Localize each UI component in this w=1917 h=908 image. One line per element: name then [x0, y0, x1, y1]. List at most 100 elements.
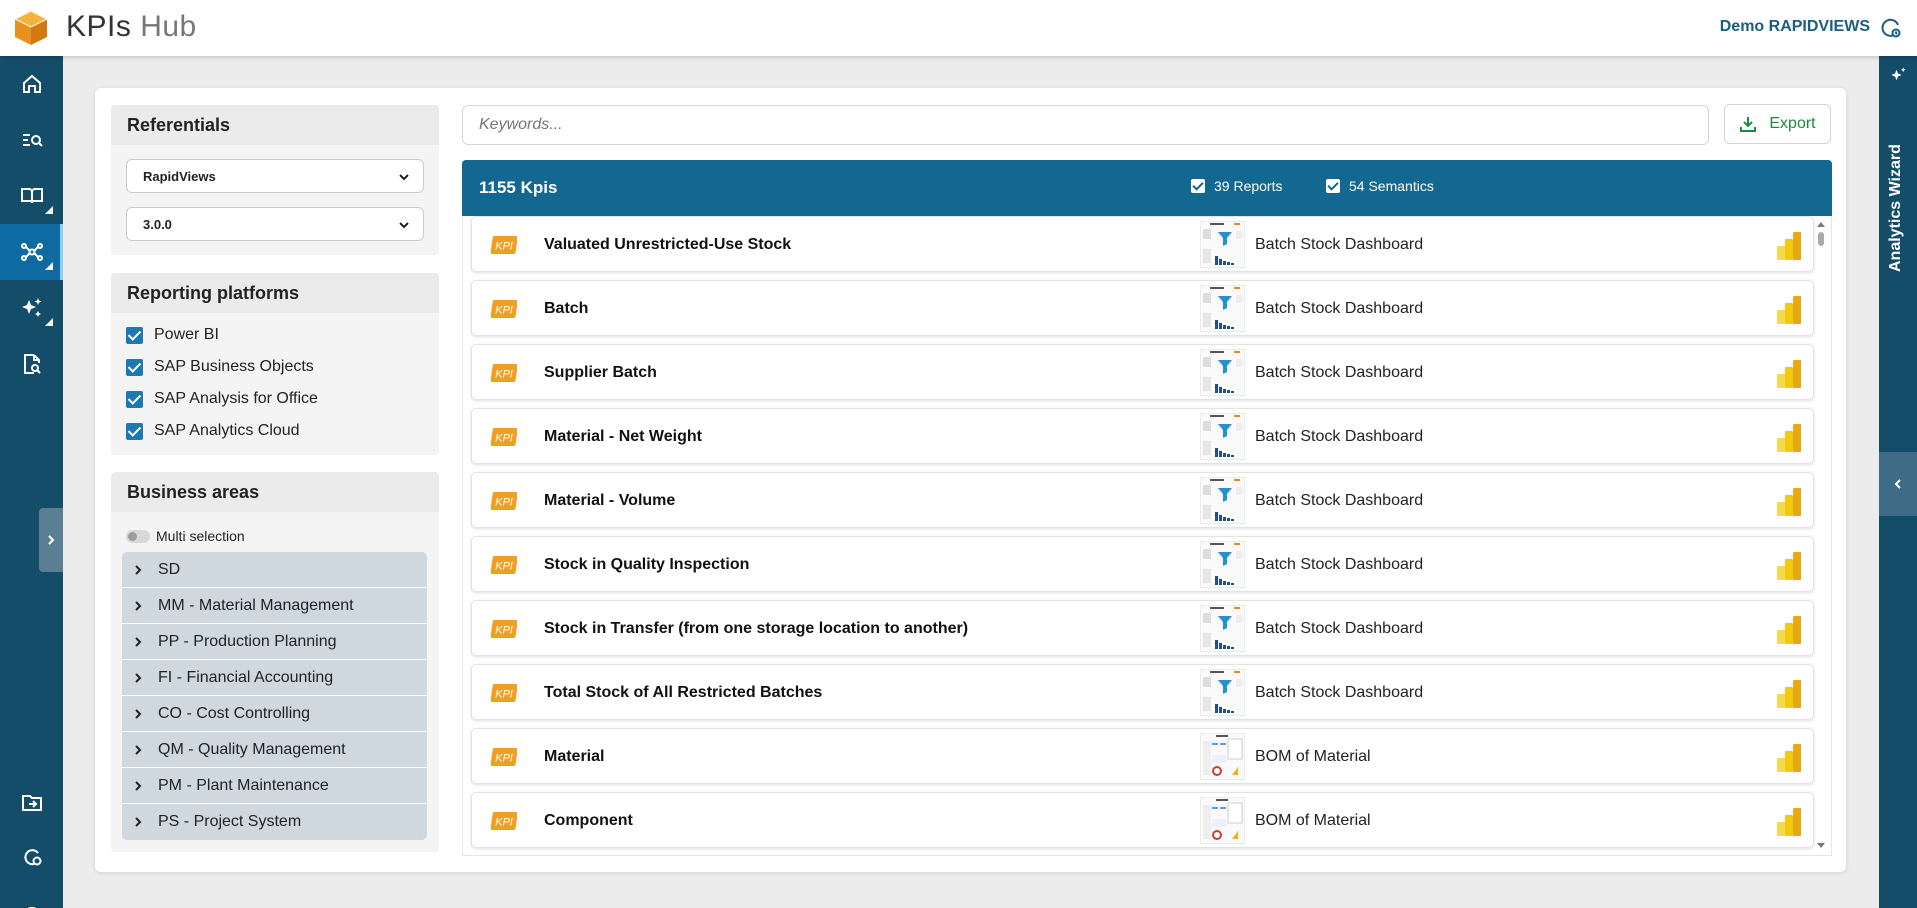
- cube-logo-icon[interactable]: [11, 8, 51, 48]
- chevron-right-icon: [135, 600, 142, 611]
- toggle-switch[interactable]: [126, 529, 150, 543]
- platform-checkbox-sac[interactable]: SAP Analytics Cloud: [126, 419, 300, 443]
- sidebar-item-report-search[interactable]: [0, 336, 63, 392]
- keywords-search-input[interactable]: [462, 105, 1709, 145]
- business-area-label: PS - Project System: [158, 813, 302, 830]
- kpi-row[interactable]: KPI Supplier Batch Batch Stock Dashboard: [471, 344, 1814, 400]
- user-settings-icon[interactable]: [1879, 16, 1903, 40]
- sidebar-item-catalog[interactable]: [0, 168, 63, 224]
- referentials-section: Referentials RapidViews 3.0.0: [111, 105, 439, 255]
- kpi-name[interactable]: Stock in Transfer (from one storage loca…: [544, 620, 968, 638]
- source-select[interactable]: RapidViews: [126, 159, 424, 193]
- kpi-row[interactable]: KPI Component BOM of Material: [471, 792, 1814, 848]
- version-select[interactable]: 3.0.0: [126, 207, 424, 241]
- book-icon: [20, 188, 43, 204]
- kpi-name[interactable]: Total Stock of All Restricted Batches: [544, 684, 822, 702]
- kpi-name[interactable]: Material - Volume: [544, 492, 675, 510]
- sidebar-item-admin[interactable]: [0, 828, 63, 884]
- sidebar-item-search[interactable]: [0, 112, 63, 168]
- version-select-value: 3.0.0: [143, 217, 172, 232]
- report-name[interactable]: Batch Stock Dashboard: [1255, 300, 1423, 318]
- results-list[interactable]: KPI Valuated Unrestricted-Use Stock Batch …: [462, 216, 1832, 856]
- platform-checkbox-sap-afo[interactable]: SAP Analysis for Office: [126, 387, 318, 411]
- export-label: Export: [1769, 115, 1816, 132]
- report-name[interactable]: Batch Stock Dashboard: [1255, 492, 1423, 510]
- checkbox-checked[interactable]: [126, 358, 143, 376]
- kpi-name[interactable]: Stock in Quality Inspection: [544, 556, 749, 574]
- business-area-item[interactable]: PM - Plant Maintenance: [122, 768, 427, 804]
- checkbox-checked[interactable]: [126, 422, 143, 440]
- sidebar-expand-toggle[interactable]: [39, 508, 63, 572]
- chevron-right-icon: [135, 708, 142, 719]
- svg-text:KPI: KPI: [495, 241, 513, 253]
- report-name[interactable]: BOM of Material: [1255, 748, 1371, 766]
- report-thumbnail-icon: [1200, 797, 1245, 844]
- svg-text:KPI: KPI: [495, 817, 513, 829]
- business-area-item[interactable]: PP - Production Planning: [122, 624, 427, 660]
- business-area-item[interactable]: QM - Quality Management: [122, 732, 427, 768]
- report-name[interactable]: Batch Stock Dashboard: [1255, 428, 1423, 446]
- platform-checkbox-power-bi[interactable]: Power BI: [126, 323, 219, 347]
- business-area-item[interactable]: FI - Financial Accounting: [122, 660, 427, 696]
- checkbox-checked[interactable]: [126, 326, 143, 344]
- wizard-expand-toggle[interactable]: [1879, 452, 1917, 516]
- sidebar-item-home[interactable]: [0, 56, 63, 112]
- report-name[interactable]: Batch Stock Dashboard: [1255, 684, 1423, 702]
- user-name[interactable]: Demo RAPIDVIEWS: [1720, 18, 1870, 36]
- power-bi-icon: [1777, 232, 1801, 260]
- semantics-filter-checkbox[interactable]: 54 Semantics: [1326, 178, 1434, 194]
- chevron-right-icon: [135, 780, 142, 791]
- kpi-row[interactable]: KPI Stock in Quality Inspection Batch Stoc…: [471, 536, 1814, 592]
- kpi-name[interactable]: Material: [544, 748, 604, 766]
- kpi-name[interactable]: Batch: [544, 300, 588, 318]
- business-area-item[interactable]: MM - Material Management: [122, 588, 427, 624]
- report-name[interactable]: BOM of Material: [1255, 812, 1371, 830]
- chevron-down-icon: [399, 222, 409, 229]
- kpi-row[interactable]: KPI Valuated Unrestricted-Use Stock Batch …: [471, 216, 1814, 272]
- kpi-row[interactable]: KPI Material - Net Weight Batch Stock Dash…: [471, 408, 1814, 464]
- sidebar-item-dashboard[interactable]: [0, 882, 63, 908]
- reporting-platforms-title: Reporting platforms: [111, 273, 439, 313]
- kpi-row[interactable]: KPI Material BOM of Material: [471, 728, 1814, 784]
- sidebar-item-ai[interactable]: [0, 280, 63, 336]
- power-bi-icon: [1777, 616, 1801, 644]
- business-area-item[interactable]: PS - Project System: [122, 804, 427, 840]
- kpi-name[interactable]: Component: [544, 812, 633, 830]
- report-name[interactable]: Batch Stock Dashboard: [1255, 364, 1423, 382]
- business-area-label: QM - Quality Management: [158, 740, 346, 758]
- kpi-row[interactable]: KPI Stock in Transfer (from one storage l…: [471, 600, 1814, 656]
- scroll-thumb[interactable]: [1818, 232, 1824, 246]
- app-title: KPIs Hub: [66, 10, 197, 44]
- analytics-wizard-panel[interactable]: Analytics Wizard: [1879, 56, 1917, 908]
- checkbox-checked[interactable]: [126, 390, 143, 408]
- kpi-name[interactable]: Valuated Unrestricted-Use Stock: [544, 236, 791, 254]
- sparkles-icon: [21, 298, 41, 317]
- sidebar-item-import[interactable]: [0, 774, 63, 830]
- business-area-item[interactable]: SD: [122, 552, 427, 588]
- multi-selection-toggle[interactable]: Multi selection: [126, 528, 245, 544]
- report-name[interactable]: Batch Stock Dashboard: [1255, 236, 1423, 254]
- report-name[interactable]: Batch Stock Dashboard: [1255, 556, 1423, 574]
- chevron-right-icon: [135, 636, 142, 647]
- report-name[interactable]: Batch Stock Dashboard: [1255, 620, 1423, 638]
- scrollbar[interactable]: [1817, 220, 1827, 850]
- scroll-down-arrow[interactable]: [1817, 843, 1825, 848]
- reports-filter-checkbox[interactable]: 39 Reports: [1191, 178, 1282, 194]
- sidebar-item-network[interactable]: [0, 224, 63, 280]
- kpi-row[interactable]: KPI Batch Batch Stock Dashboard: [471, 280, 1814, 336]
- kpi-row[interactable]: KPI Material - Volume Batch Stock Dashboar…: [471, 472, 1814, 528]
- kpi-badge-icon: KPI: [490, 684, 517, 702]
- submenu-indicator: [45, 206, 53, 214]
- scroll-up-arrow[interactable]: [1817, 222, 1825, 227]
- kpi-row[interactable]: KPI Total Stock of All Restricted Batches…: [471, 664, 1814, 720]
- svg-text:KPI: KPI: [495, 689, 513, 701]
- kpi-name[interactable]: Supplier Batch: [544, 364, 657, 382]
- export-button[interactable]: Export: [1724, 104, 1831, 144]
- platform-checkbox-sap-bo[interactable]: SAP Business Objects: [126, 355, 314, 379]
- analytics-wizard-label[interactable]: Analytics Wizard: [1887, 96, 1905, 272]
- business-areas-title: Business areas: [111, 472, 439, 512]
- checkbox-checked[interactable]: [1191, 179, 1205, 193]
- business-area-item[interactable]: CO - Cost Controlling: [122, 696, 427, 732]
- kpi-name[interactable]: Material - Net Weight: [544, 428, 702, 446]
- checkbox-checked[interactable]: [1326, 179, 1340, 193]
